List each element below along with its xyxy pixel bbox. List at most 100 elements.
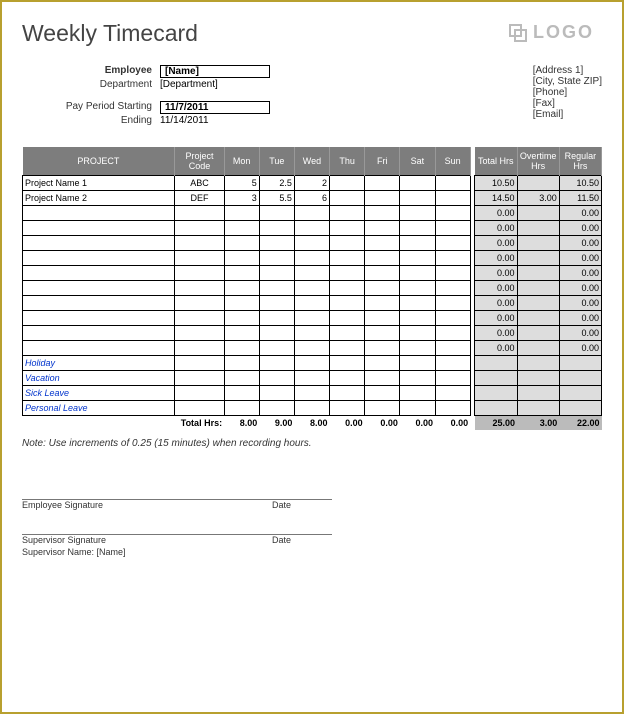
cell-hours[interactable] [435, 221, 470, 236]
cell-hours[interactable] [435, 281, 470, 296]
cell-project-name[interactable] [23, 311, 175, 326]
cell-hours[interactable] [435, 341, 470, 356]
cell-hours[interactable] [294, 341, 329, 356]
cell-hours[interactable] [330, 341, 365, 356]
cell-hours[interactable] [435, 386, 470, 401]
cell-hours[interactable] [435, 176, 470, 191]
cell-hours[interactable] [224, 371, 259, 386]
cell-overtime[interactable] [517, 326, 559, 341]
cell-hours[interactable] [400, 311, 435, 326]
cell-hours[interactable] [435, 266, 470, 281]
cell-hours[interactable] [330, 281, 365, 296]
cell-hours[interactable]: 5.5 [259, 191, 294, 206]
cell-hours[interactable]: 6 [294, 191, 329, 206]
cell-hours[interactable] [224, 341, 259, 356]
cell-overtime[interactable] [517, 356, 559, 371]
cell-overtime[interactable] [517, 401, 559, 416]
cell-hours[interactable] [400, 356, 435, 371]
cell-hours[interactable] [294, 311, 329, 326]
cell-hours[interactable] [365, 401, 400, 416]
cell-hours[interactable] [400, 281, 435, 296]
cell-hours[interactable] [330, 221, 365, 236]
cell-hours[interactable] [224, 356, 259, 371]
cell-hours[interactable] [400, 296, 435, 311]
cell-hours[interactable] [259, 326, 294, 341]
cell-hours[interactable] [330, 401, 365, 416]
start-value[interactable]: 11/7/2011 [160, 101, 270, 114]
cell-hours[interactable] [259, 341, 294, 356]
cell-hours[interactable] [224, 251, 259, 266]
cell-hours[interactable] [259, 386, 294, 401]
cell-hours[interactable] [365, 266, 400, 281]
cell-hours[interactable] [294, 266, 329, 281]
cell-hours[interactable] [259, 281, 294, 296]
cell-overtime[interactable] [517, 176, 559, 191]
cell-hours[interactable]: 3 [224, 191, 259, 206]
cell-project-name[interactable] [23, 221, 175, 236]
cell-hours[interactable] [330, 191, 365, 206]
cell-hours[interactable] [294, 206, 329, 221]
cell-project-code[interactable] [175, 236, 224, 251]
cell-hours[interactable] [400, 176, 435, 191]
cell-hours[interactable] [330, 251, 365, 266]
cell-hours[interactable] [330, 371, 365, 386]
employee-value[interactable]: [Name] [160, 65, 270, 78]
cell-hours[interactable] [224, 221, 259, 236]
cell-hours[interactable] [435, 311, 470, 326]
cell-hours[interactable] [330, 206, 365, 221]
cell-hours[interactable] [259, 266, 294, 281]
cell-project-code[interactable] [175, 401, 224, 416]
cell-hours[interactable] [400, 221, 435, 236]
supervisor-signature-line[interactable]: Supervisor Signature Date [22, 534, 332, 545]
cell-hours[interactable] [365, 281, 400, 296]
cell-hours[interactable] [435, 236, 470, 251]
cell-hours[interactable] [365, 176, 400, 191]
cell-hours[interactable] [365, 341, 400, 356]
cell-project-code[interactable] [175, 266, 224, 281]
cell-hours[interactable] [400, 206, 435, 221]
cell-hours[interactable] [400, 251, 435, 266]
cell-project-code[interactable] [175, 311, 224, 326]
cell-overtime[interactable] [517, 221, 559, 236]
cell-hours[interactable] [224, 266, 259, 281]
cell-overtime[interactable] [517, 281, 559, 296]
cell-hours[interactable] [330, 296, 365, 311]
cell-hours[interactable] [294, 221, 329, 236]
employee-signature-line[interactable]: Employee Signature Date [22, 499, 332, 510]
cell-hours[interactable] [259, 296, 294, 311]
cell-project-name[interactable] [23, 236, 175, 251]
cell-hours[interactable]: 5 [224, 176, 259, 191]
cell-hours[interactable] [224, 281, 259, 296]
cell-hours[interactable] [259, 401, 294, 416]
cell-hours[interactable] [294, 386, 329, 401]
cell-hours[interactable] [365, 311, 400, 326]
cell-hours[interactable] [435, 191, 470, 206]
cell-hours[interactable] [400, 326, 435, 341]
cell-hours[interactable] [294, 371, 329, 386]
cell-hours[interactable] [365, 326, 400, 341]
cell-hours[interactable] [400, 371, 435, 386]
cell-hours[interactable] [400, 401, 435, 416]
cell-hours[interactable] [365, 191, 400, 206]
cell-project-code[interactable] [175, 281, 224, 296]
cell-project-name[interactable] [23, 296, 175, 311]
cell-hours[interactable] [330, 311, 365, 326]
cell-hours[interactable] [365, 206, 400, 221]
cell-project-name[interactable] [23, 326, 175, 341]
cell-hours[interactable] [330, 176, 365, 191]
cell-hours[interactable] [224, 236, 259, 251]
cell-project-code[interactable]: ABC [175, 176, 224, 191]
cell-overtime[interactable] [517, 206, 559, 221]
cell-hours[interactable] [435, 356, 470, 371]
cell-hours[interactable] [435, 296, 470, 311]
cell-hours[interactable] [259, 221, 294, 236]
cell-project-code[interactable] [175, 341, 224, 356]
cell-hours[interactable]: 2.5 [259, 176, 294, 191]
cell-hours[interactable] [435, 401, 470, 416]
cell-project-name[interactable]: Project Name 1 [23, 176, 175, 191]
cell-hours[interactable] [224, 311, 259, 326]
cell-hours[interactable] [365, 236, 400, 251]
cell-hours[interactable] [259, 311, 294, 326]
cell-hours[interactable] [259, 236, 294, 251]
cell-hours[interactable] [435, 206, 470, 221]
